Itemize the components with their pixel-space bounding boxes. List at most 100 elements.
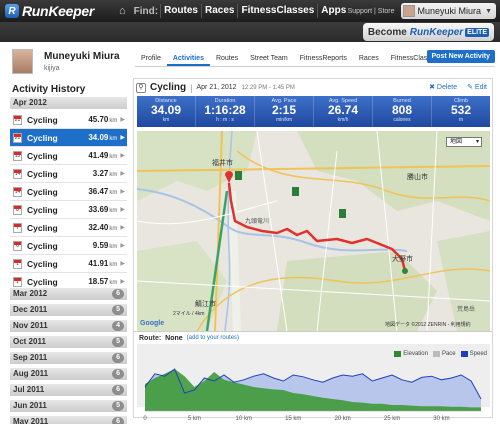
map-copyright[interactable]: 地図データ ©2012 ZENRIN - 利用規約 bbox=[385, 321, 471, 328]
activity-type: Cycling bbox=[150, 82, 187, 93]
activity-name: Cycling bbox=[27, 114, 58, 125]
tabs-divider bbox=[135, 66, 495, 67]
activity-distance: 34.09km bbox=[88, 133, 117, 142]
activity-row[interactable]: 14 Cycling 36.47km ▶ bbox=[10, 183, 127, 201]
tab-routes[interactable]: Routes bbox=[210, 52, 244, 66]
activity-row[interactable]: 8 Cycling 33.69km ▶ bbox=[10, 201, 127, 219]
map-label: 九頭竜川 bbox=[245, 217, 269, 225]
x-tick-label: 25 km bbox=[384, 416, 400, 422]
month-header-current[interactable]: Apr 2012 bbox=[10, 97, 127, 109]
map-type-select[interactable]: 地図 bbox=[446, 137, 482, 147]
delete-button[interactable]: ✖ Delete bbox=[429, 83, 457, 91]
chevron-right-icon: ▶ bbox=[120, 189, 125, 195]
road-shield-icon bbox=[339, 209, 346, 218]
chevron-down-icon: ▼ bbox=[485, 7, 492, 15]
month-header[interactable]: Oct 2011 5 bbox=[10, 336, 127, 348]
stat-burned: Burned 808 calories bbox=[372, 96, 431, 127]
distance-unit: km bbox=[109, 262, 118, 268]
tab-street-team[interactable]: Street Team bbox=[244, 52, 294, 66]
month-header[interactable]: Mar 2012 6 bbox=[10, 288, 127, 300]
month-header[interactable]: Aug 2011 6 bbox=[10, 368, 127, 380]
distance-unit: km bbox=[109, 190, 118, 196]
nav-routes[interactable]: Routes bbox=[160, 4, 201, 18]
stat-value: 532 bbox=[450, 103, 472, 117]
activity-distance: 32.40km bbox=[88, 223, 117, 232]
route-value: None bbox=[165, 334, 183, 342]
activity-name: Cycling bbox=[27, 276, 58, 287]
become-elite-button[interactable]: Become RunKeeper ELITE bbox=[362, 23, 494, 41]
legend-label: Elevation bbox=[403, 351, 428, 357]
map-scale: 2マイル / 4km bbox=[173, 311, 204, 317]
add-to-routes-link[interactable]: (add to your routes) bbox=[187, 335, 239, 341]
stat-unit: m bbox=[458, 117, 464, 123]
month-header[interactable]: Sep 2011 6 bbox=[10, 352, 127, 364]
activity-row[interactable]: 1 Cycling 41.91km ▶ bbox=[10, 255, 127, 273]
month-label: Dec 2011 bbox=[13, 305, 48, 314]
map-label: 福井市 bbox=[212, 158, 233, 167]
legend-item[interactable]: Speed bbox=[460, 351, 487, 357]
tab-races[interactable]: Races bbox=[353, 52, 385, 66]
map-label: 荒島岳 bbox=[457, 305, 475, 313]
nav-fitness-classes[interactable]: FitnessClasses bbox=[237, 4, 317, 18]
distance-value: 3.27 bbox=[92, 169, 109, 178]
support-store-links[interactable]: Support | Store bbox=[348, 8, 395, 15]
bicycle-icon: ⚲ bbox=[136, 82, 146, 93]
nav-races[interactable]: Races bbox=[201, 4, 237, 18]
map-canvas: 福井市 勝山市 大野市 鯖江市 九頭竜川 荒島岳 Google 2マイル / 4… bbox=[137, 131, 490, 331]
road-shield-icon bbox=[235, 171, 242, 180]
chevron-right-icon: ▶ bbox=[120, 153, 125, 159]
month-count-badge: 6 bbox=[112, 289, 124, 299]
stat-climb: Climb 532 m bbox=[431, 96, 490, 127]
month-label: Oct 2011 bbox=[13, 337, 46, 346]
profile-photo[interactable] bbox=[12, 49, 33, 74]
tab-activities[interactable]: Activities bbox=[166, 52, 210, 66]
edit-button[interactable]: ✎ Edit bbox=[467, 83, 487, 91]
month-label: Nov 2011 bbox=[13, 321, 48, 330]
chevron-right-icon: ▶ bbox=[120, 279, 125, 285]
activity-row[interactable]: 7 Cycling 32.40km ▶ bbox=[10, 219, 127, 237]
month-header[interactable]: Dec 2011 5 bbox=[10, 304, 127, 316]
calendar-icon: 14 bbox=[13, 168, 22, 179]
month-header[interactable]: May 2011 6 bbox=[10, 416, 127, 424]
month-header[interactable]: Jul 2011 6 bbox=[10, 384, 127, 396]
activity-row[interactable]: 15 Cycling 41.49km ▶ bbox=[10, 147, 127, 165]
activity-date: Apr 21, 2012 bbox=[196, 84, 237, 91]
month-count-badge: 5 bbox=[112, 401, 124, 411]
legend-item[interactable]: Pace bbox=[432, 351, 456, 357]
tab-profile[interactable]: Profile bbox=[135, 52, 167, 66]
month-header[interactable]: Jun 2011 5 bbox=[10, 400, 127, 412]
nav-apps[interactable]: Apps bbox=[317, 4, 349, 18]
runkeeper-logo[interactable]: R RunKeeper bbox=[5, 3, 113, 19]
end-marker-icon[interactable] bbox=[402, 268, 408, 274]
chart-canvas: 0 5 km 10 km 15 km 20 km 25 km 30 km bbox=[143, 368, 482, 422]
stat-value: 34.09 bbox=[150, 103, 182, 117]
legend-item[interactable]: Elevation bbox=[394, 351, 428, 357]
activity-row[interactable]: 21 Cycling 34.09km ▶ bbox=[10, 129, 127, 147]
distance-value: 36.47 bbox=[88, 187, 109, 196]
activity-row[interactable]: 21 Cycling 45.70km ▶ bbox=[10, 111, 127, 129]
post-new-activity-button[interactable]: Post New Activity bbox=[426, 50, 495, 63]
elite-promo-strip: Become RunKeeper ELITE bbox=[0, 22, 500, 42]
activity-row[interactable]: 14 Cycling 3.27km ▶ bbox=[10, 165, 127, 183]
home-icon[interactable]: ⌂ bbox=[119, 5, 126, 17]
distance-value: 32.40 bbox=[88, 223, 109, 232]
calendar-icon: 21 bbox=[13, 114, 22, 125]
stat-unit: km bbox=[162, 117, 170, 123]
find-label: Find: bbox=[133, 5, 159, 17]
route-bar: Route: None (add to your routes) bbox=[134, 331, 492, 344]
elevation-speed-chart[interactable]: Elevation Pace Speed 0 5 km 10 km 15 km 20 k… bbox=[133, 349, 495, 424]
calendar-icon: 21 bbox=[13, 132, 22, 143]
profile-name[interactable]: Muneyuki Miura bbox=[44, 51, 120, 62]
google-logo[interactable]: Google bbox=[140, 320, 164, 327]
activity-distance: 3.27km bbox=[93, 169, 118, 178]
calendar-icon: 1 bbox=[13, 276, 22, 287]
tab-fitness-reports[interactable]: FitnessReports bbox=[294, 52, 353, 66]
x-tick-label: 0 bbox=[143, 416, 147, 422]
distance-unit: km bbox=[109, 208, 118, 214]
elite-badge-text: ELITE bbox=[465, 27, 489, 37]
activity-row[interactable]: 6 Cycling 9.59km ▶ bbox=[10, 237, 127, 255]
distance-unit: km bbox=[109, 226, 118, 232]
user-menu[interactable]: Muneyuki Miura ▼ bbox=[400, 3, 496, 19]
distance-value: 18.57 bbox=[88, 277, 109, 286]
month-header[interactable]: Nov 2011 4 bbox=[10, 320, 127, 332]
